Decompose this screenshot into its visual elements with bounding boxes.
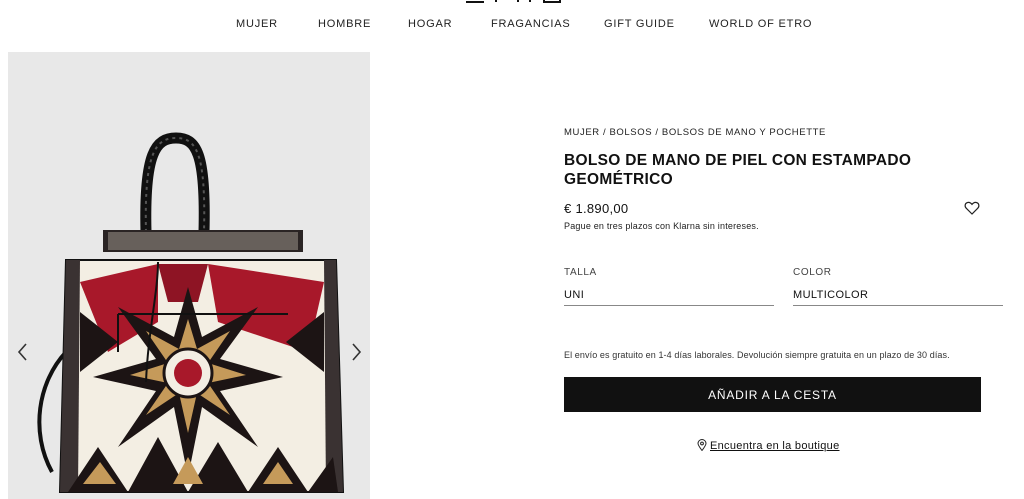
nav-item-hogar[interactable]: HOGAR: [408, 18, 452, 30]
product-price: € 1.890,00: [564, 201, 629, 216]
brand-logo[interactable]: [462, 0, 572, 4]
product-title: BOLSO DE MANO DE PIEL CON ESTAMPADO GEOM…: [564, 152, 912, 188]
breadcrumb-item-bolsos[interactable]: BOLSOS: [609, 127, 652, 138]
klarna-note: Pague en tres plazos con Klarna sin inte…: [564, 221, 759, 231]
nav-item-fragancias[interactable]: FRAGANCIAS: [491, 18, 571, 30]
product-image: [37, 132, 345, 493]
breadcrumb-separator: /: [602, 127, 607, 138]
main-navigation: MUJER HOMBRE HOGAR FRAGANCIAS GIFT GUIDE…: [0, 18, 1024, 34]
size-label: TALLA: [564, 267, 597, 278]
shipping-note: El envío es gratuito en 1-4 días laboral…: [564, 350, 950, 360]
find-in-boutique-link[interactable]: Encuentra en la boutique: [697, 439, 840, 452]
chevron-right-icon[interactable]: [348, 340, 364, 364]
breadcrumb-separator: /: [655, 127, 659, 138]
map-pin-icon: [697, 439, 707, 451]
add-to-cart-button[interactable]: AÑADIR A LA CESTA: [564, 377, 981, 412]
size-selector[interactable]: TALLA UNI: [564, 267, 774, 306]
find-in-boutique-label: Encuentra en la boutique: [710, 440, 840, 452]
breadcrumb-item-bolsos-de-mano[interactable]: BOLSOS DE MANO Y POCHETTE: [662, 127, 826, 138]
size-value[interactable]: UNI: [564, 289, 774, 306]
nav-item-world-of-etro[interactable]: WORLD OF ETRO: [709, 18, 812, 30]
product-gallery[interactable]: [8, 52, 370, 499]
nav-item-mujer[interactable]: MUJER: [236, 18, 278, 30]
breadcrumb: MUJER / BOLSOS / BOLSOS DE MANO Y POCHET…: [564, 127, 826, 138]
nav-item-hombre[interactable]: HOMBRE: [318, 18, 371, 30]
heart-icon[interactable]: [964, 200, 980, 216]
color-selector[interactable]: COLOR MULTICOLOR: [793, 267, 1003, 306]
chevron-left-icon[interactable]: [15, 340, 31, 364]
color-label: COLOR: [793, 267, 832, 278]
color-value[interactable]: MULTICOLOR: [793, 289, 1003, 306]
nav-item-gift-guide[interactable]: GIFT GUIDE: [604, 18, 675, 30]
breadcrumb-item-mujer[interactable]: MUJER: [564, 127, 600, 138]
